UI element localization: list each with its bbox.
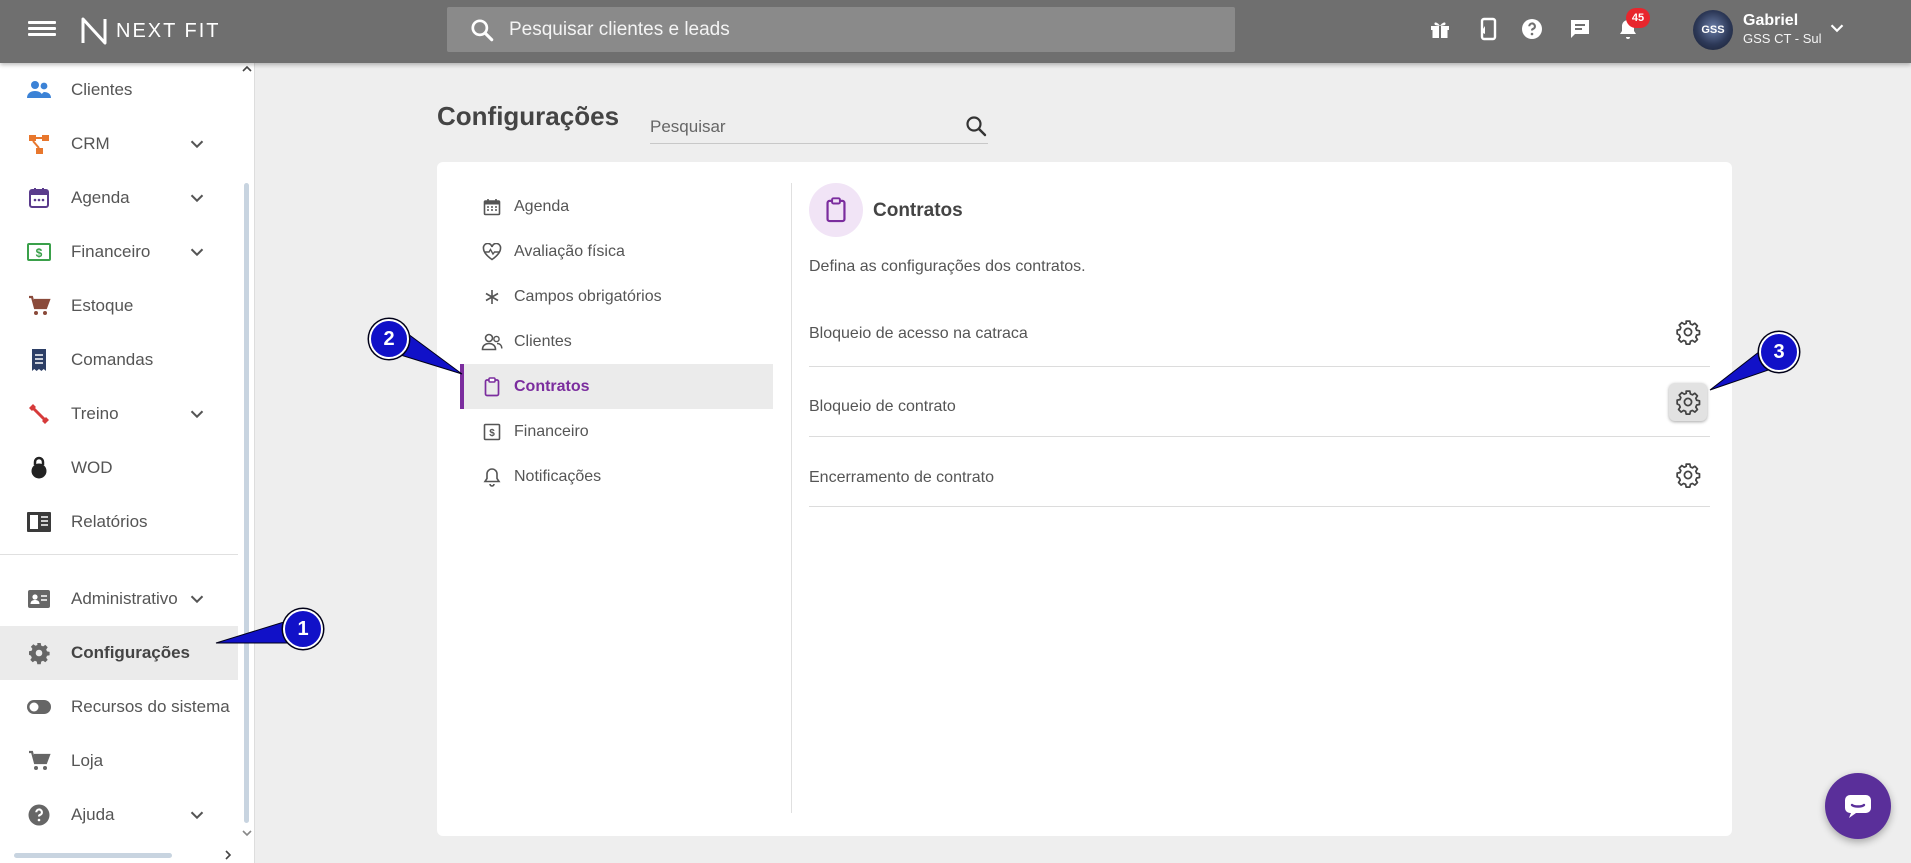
annotation-badge-3: 3	[1759, 332, 1799, 372]
avatar-text: GSS	[1701, 24, 1725, 36]
notification-count-badge: 45	[1626, 8, 1650, 28]
chevron-down-icon[interactable]	[1826, 17, 1848, 39]
annotation-pointers	[215, 327, 1788, 644]
user-avatar[interactable]: GSS	[1693, 10, 1733, 50]
menu-icon[interactable]	[28, 18, 56, 42]
global-search-input[interactable]: Pesquisar clientes e leads	[447, 7, 1235, 52]
annotation-badge-2: 2	[369, 319, 409, 359]
search-icon	[471, 18, 494, 41]
user-name[interactable]: Gabriel	[1743, 12, 1798, 30]
help-icon[interactable]	[1517, 14, 1547, 44]
gift-icon[interactable]	[1425, 14, 1455, 44]
mobile-phone-icon[interactable]	[1473, 14, 1503, 44]
user-organization[interactable]: GSS CT - Sul	[1743, 31, 1822, 46]
annotation-badge-1: 1	[283, 609, 323, 649]
brand-name: NEXT FIT	[116, 19, 221, 42]
support-chat-button[interactable]	[1825, 773, 1891, 839]
app-logo[interactable]: NEXT FIT	[80, 14, 221, 48]
chat-bubble-icon	[1845, 795, 1871, 818]
chat-icon[interactable]	[1565, 14, 1595, 44]
top-bar: NEXT FIT Pesquisar clientes e leads 45 G…	[0, 0, 1911, 63]
next-fit-logo-icon	[81, 17, 107, 45]
global-search-placeholder: Pesquisar clientes e leads	[509, 18, 730, 40]
